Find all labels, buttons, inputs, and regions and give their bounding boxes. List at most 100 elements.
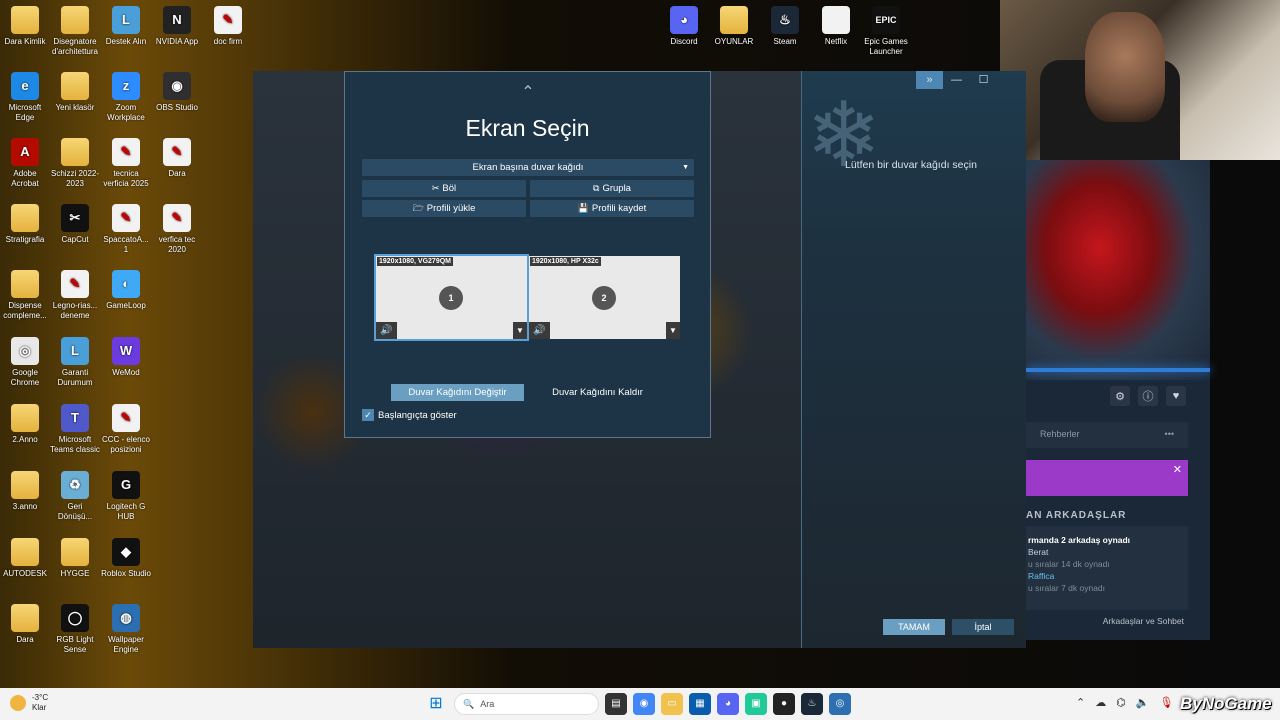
desktop-icon[interactable]: L Garanti Durumum [50, 337, 100, 388]
wallpaper-engine-icon[interactable]: ◎ [829, 693, 851, 715]
chevron-down-icon[interactable]: ▼ [513, 322, 527, 339]
chevron-up-icon[interactable]: ⌃ [1076, 696, 1085, 709]
speaker-icon[interactable]: 🔊 [529, 322, 550, 339]
desktop-icon[interactable]: 3.anno [0, 471, 50, 512]
save-profile-button[interactable]: 💾 Profili kaydet [530, 200, 694, 217]
more-icon[interactable]: ••• [1165, 429, 1174, 441]
monitor-2[interactable]: 1920x1080, HP X32c 2 🔊 ▼ [529, 256, 680, 339]
monitor-1[interactable]: 1920x1080, VG279QM 1 🔊 ▼ [374, 254, 529, 341]
desktop-icon[interactable]: Stratigrafia [0, 204, 50, 245]
desktop-icon[interactable]: W WeMod [101, 337, 151, 378]
desktop-icon[interactable]: ◯ RGB Light Sense [50, 604, 100, 655]
windows-start-icon[interactable]: ⊞ [424, 692, 448, 716]
pdf-icon: ✎ [112, 404, 140, 432]
desktop-icon[interactable]: ✎ CCC - elenco posizioni [101, 404, 151, 455]
desktop-icon[interactable]: Dispense compleme... [0, 270, 50, 321]
desktop-icon[interactable]: Dara [0, 604, 50, 645]
minimize-icon[interactable]: — [943, 71, 970, 89]
desktop-icon[interactable]: EPIC Epic Games Launcher [861, 6, 911, 57]
chevron-down-icon[interactable]: ▼ [666, 322, 680, 339]
desktop-icon[interactable]: ✎ Dara [152, 138, 202, 179]
expand-icon[interactable]: » [916, 71, 943, 89]
task-view-icon[interactable]: ▤ [605, 693, 627, 715]
file-explorer-icon[interactable]: ▭ [661, 693, 683, 715]
chrome-icon[interactable]: ◉ [633, 693, 655, 715]
desktop-icon[interactable]: ◆ Roblox Studio [101, 538, 151, 579]
store-icon[interactable]: ▦ [689, 693, 711, 715]
desktop-icon[interactable]: ✎ SpaccatoA... 1 [101, 204, 151, 255]
desktop-icon[interactable]: ♨ Steam [760, 6, 810, 47]
pdf-icon: ✎ [163, 204, 191, 232]
desktop-icon[interactable]: G Logitech G HUB [101, 471, 151, 522]
desktop-icon[interactable]: ◐ GameLoop [101, 270, 151, 311]
desktop-icon[interactable]: e Microsoft Edge [0, 72, 50, 123]
screen-select-dialog: ⌃ Ekran Seçin Ekran başına duvar kağıdı … [344, 71, 711, 438]
microphone-icon[interactable]: 🎙 [1160, 696, 1174, 709]
load-profile-button[interactable]: 🗁 Profili yükle [362, 200, 526, 217]
desktop-icon[interactable]: Disegnatore d'architettura [50, 6, 100, 57]
desktop-icon[interactable]: Netflix [811, 6, 861, 47]
chevron-up-icon[interactable]: ⌃ [519, 85, 537, 101]
desktop-icon[interactable]: HYGGE [50, 538, 100, 579]
discord-icon[interactable]: ◕ [717, 693, 739, 715]
friend-name[interactable]: Berat [1026, 546, 1188, 558]
search-box[interactable]: 🔍 Ara [454, 693, 599, 715]
folder-icon [11, 404, 39, 432]
friend-name[interactable]: Raffica [1026, 570, 1188, 582]
tab-guides[interactable]: Rehberler [1040, 429, 1080, 441]
webcam-person [1085, 12, 1165, 122]
steam-icon[interactable]: ♨ [801, 693, 823, 715]
mode-dropdown[interactable]: Ekran başına duvar kağıdı ▼ [362, 159, 694, 176]
desktop-icon[interactable]: L Destek Alın [101, 6, 151, 47]
remove-wallpaper-button[interactable]: Duvar Kağıdını Kaldır [531, 384, 664, 401]
heart-icon[interactable]: ♥ [1166, 386, 1186, 406]
desktop-icon[interactable]: z Zoom Workplace [101, 72, 151, 123]
game-icon[interactable]: ● [773, 693, 795, 715]
show-on-startup-checkbox[interactable]: ✓ Başlangıçta göster [362, 409, 457, 421]
desktop-icon[interactable]: AUTODESK [0, 538, 50, 579]
desktop-icon[interactable]: ♻ Geri Dönüşü... [50, 471, 100, 522]
change-wallpaper-button[interactable]: Duvar Kağıdını Değiştir [391, 384, 524, 401]
gear-icon[interactable]: ⚙ [1110, 386, 1130, 406]
desktop-icon[interactable]: ✎ Legno-rias... deneme [50, 270, 100, 321]
desktop-icon[interactable]: ◍ Wallpaper Engine [101, 604, 151, 655]
desktop-icon[interactable]: ✎ tecnica verficia 2025 [101, 138, 151, 189]
network-icon[interactable]: ⌬ [1116, 696, 1126, 709]
desktop-icon-label: doc firm [213, 37, 243, 46]
desktop-icon[interactable]: ✎ verfica tec 2020 [152, 204, 202, 255]
desktop-icon[interactable]: ◕ Discord [659, 6, 709, 47]
desktop-icon[interactable]: OYUNLAR [709, 6, 759, 47]
desktop-icon[interactable]: Dara Kimlik [0, 6, 50, 47]
cancel-button[interactable]: İptal [952, 619, 1014, 635]
checkmark-icon[interactable]: ✓ [362, 409, 374, 421]
info-icon[interactable]: ⓘ [1138, 386, 1158, 406]
promo-banner[interactable]: ✕ [1026, 460, 1188, 496]
desktop-icon[interactable]: N NVIDIA App [152, 6, 202, 47]
ok-button[interactable]: TAMAM [883, 619, 945, 635]
desktop-icon[interactable]: ✎ doc firm [203, 6, 253, 47]
desktop-icon-label: Adobe Acrobat [11, 169, 39, 188]
folder-icon [11, 604, 39, 632]
webcam-feed [1000, 0, 1280, 160]
desktop-icon[interactable]: Schizzi 2022-2023 [50, 138, 100, 189]
desktop-icon[interactable]: 2.Anno [0, 404, 50, 445]
app-icon[interactable]: ▣ [745, 693, 767, 715]
desktop-icon[interactable]: T Microsoft Teams classic [50, 404, 100, 455]
friends-chat-link[interactable]: Arkadaşlar ve Sohbet [1026, 616, 1206, 626]
close-icon[interactable]: ✕ [1173, 463, 1182, 476]
weather-widget[interactable]: -3°C Klar [10, 693, 48, 713]
desktop-icon[interactable]: ◉ OBS Studio [152, 72, 202, 113]
desktop-icon[interactable]: A Adobe Acrobat [0, 138, 50, 189]
desktop-icon[interactable]: Yeni klasör [50, 72, 100, 113]
volume-icon[interactable]: 🔈 [1136, 696, 1150, 709]
desktop-icon[interactable]: ✂ CapCut [50, 204, 100, 245]
group-button[interactable]: ⧉ Grupla [530, 180, 694, 197]
desktop-icon[interactable]: ◎ Google Chrome [0, 337, 50, 388]
preview-panel: ❄ » — ☐ Lütfen bir duvar kağıdı seçin TA… [801, 71, 1026, 648]
maximize-icon[interactable]: ☐ [970, 71, 997, 89]
folder-icon [61, 6, 89, 34]
speaker-icon[interactable]: 🔊 [376, 322, 397, 339]
split-button[interactable]: ✂ Böl [362, 180, 526, 197]
cloud-icon[interactable]: ☁ [1095, 696, 1106, 709]
folder-icon [61, 538, 89, 566]
